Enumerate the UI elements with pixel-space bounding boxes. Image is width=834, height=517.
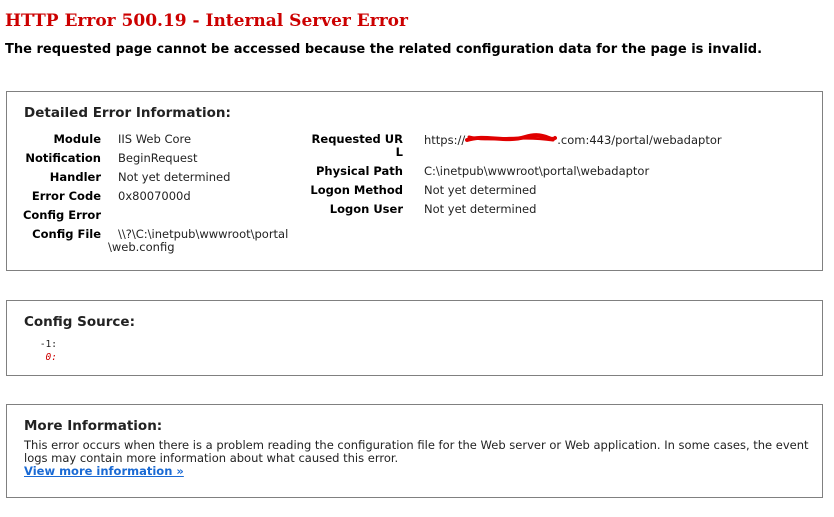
requested-url-suffix: .com:443/portal/webadaptor <box>557 133 722 147</box>
handler-value: Not yet determined <box>118 170 231 184</box>
module-label: Module <box>53 132 101 146</box>
detailed-error-box: Detailed Error Information: Module IIS W… <box>6 91 823 271</box>
physical-path-label: Physical Path <box>316 164 403 178</box>
logon-method-value: Not yet determined <box>424 183 537 197</box>
logon-user-value: Not yet determined <box>424 202 537 216</box>
config-file-value-line2: \web.config <box>108 240 175 254</box>
error-code-value: 0x8007000d <box>118 189 191 203</box>
detailed-error-heading: Detailed Error Information: <box>24 105 231 121</box>
config-source-line-minus1: -1: <box>39 339 57 350</box>
requested-url-label-line2: L <box>395 145 403 159</box>
notification-label: Notification <box>25 151 101 165</box>
error-code-label: Error Code <box>31 189 101 203</box>
view-more-information-link[interactable]: View more information » <box>24 464 184 478</box>
requested-url-value: https:// .com:443/portal/webadaptor <box>424 133 722 148</box>
module-value: IIS Web Core <box>118 132 192 146</box>
more-info-box: More Information: This error occurs when… <box>6 404 823 498</box>
config-source-line-0: 0: <box>45 352 57 363</box>
redaction-mark <box>465 133 558 148</box>
requested-url-label-line1: Requested UR <box>311 132 403 146</box>
error-title: HTTP Error 500.19 - Internal Server Erro… <box>5 11 408 31</box>
requested-url-prefix: https:// <box>424 133 466 147</box>
handler-label: Handler <box>49 170 101 184</box>
logon-method-label: Logon Method <box>310 183 403 197</box>
more-info-text: This error occurs when there is a proble… <box>24 438 809 465</box>
config-error-label: Config Error <box>22 208 101 222</box>
physical-path-value: C:\inetpub\wwwroot\portal\webadaptor <box>424 164 650 178</box>
config-source-heading: Config Source: <box>24 314 135 330</box>
notification-value: BeginRequest <box>118 151 198 165</box>
more-info-heading: More Information: <box>24 418 163 434</box>
config-source-box: Config Source: -1: 0: <box>6 300 823 376</box>
error-subtitle: The requested page cannot be accessed be… <box>5 42 763 57</box>
config-file-label: Config File <box>32 227 101 241</box>
logon-user-label: Logon User <box>329 202 403 216</box>
